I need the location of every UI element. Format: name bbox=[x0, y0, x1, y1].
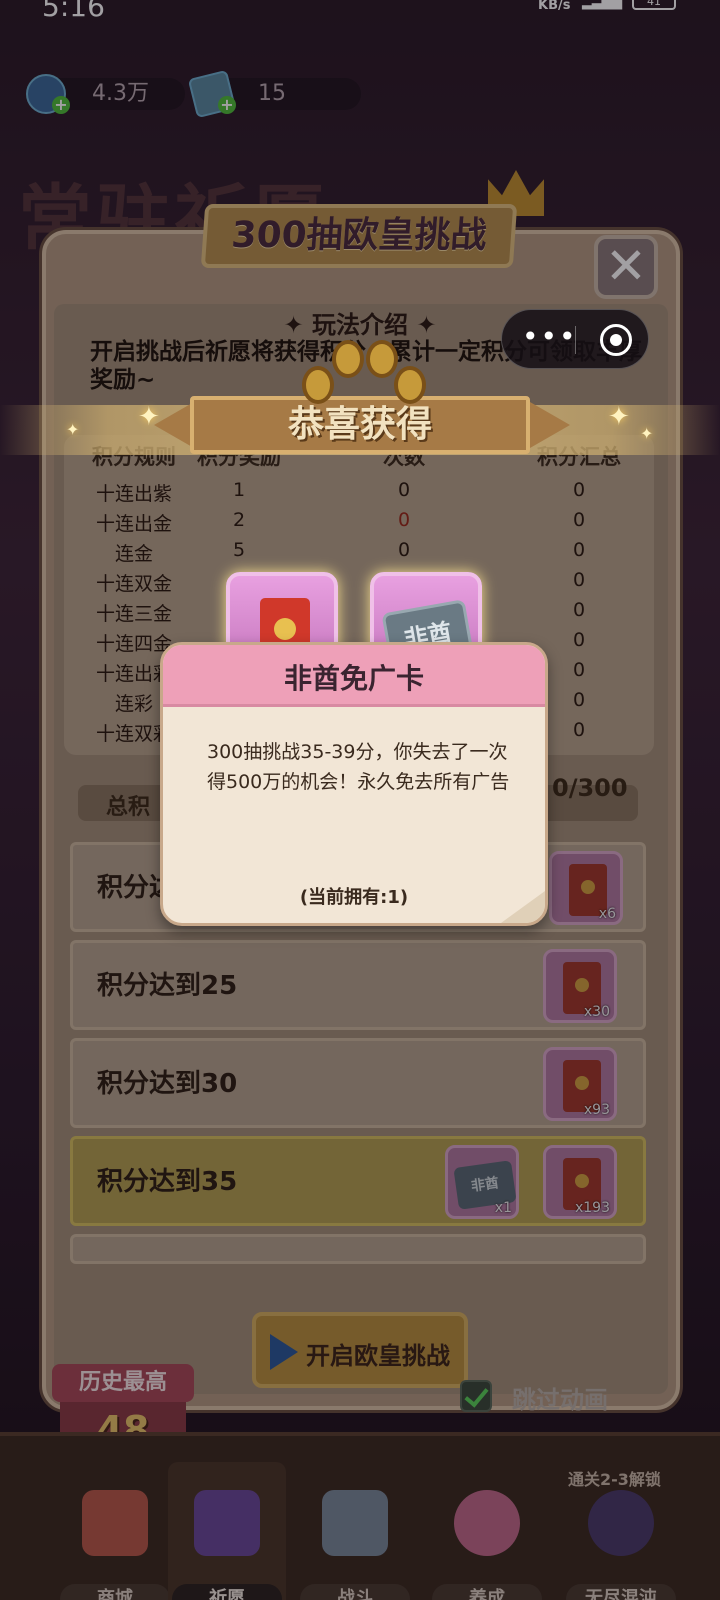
sparkle-icon: ✦ bbox=[640, 424, 654, 443]
miniprogram-capsule: ••• bbox=[501, 309, 649, 369]
sparkle-icon: ✦ bbox=[66, 420, 80, 439]
paw-emblem-icon bbox=[296, 336, 430, 474]
exit-icon[interactable] bbox=[600, 324, 632, 356]
paw-toe bbox=[332, 340, 364, 378]
paw-toe bbox=[394, 366, 426, 404]
tooltip-title: 非酋免广卡 bbox=[283, 662, 424, 695]
capsule-divider bbox=[575, 326, 576, 354]
sparkle-icon: ✦ bbox=[138, 402, 160, 432]
more-icon[interactable]: ••• bbox=[522, 323, 576, 354]
item-tooltip: 非酋免广卡 300抽挑战35-39分，你失去了一次得500万的机会！永久免去所有… bbox=[160, 642, 548, 926]
sparkle-icon: ✦ bbox=[608, 402, 630, 432]
paw-toe bbox=[366, 340, 398, 378]
tooltip-owned-count: (当前拥有:1) bbox=[299, 887, 409, 908]
tooltip-description: 300抽挑战35-39分，你失去了一次得500万的机会！永久免去所有广告 bbox=[207, 741, 510, 793]
paw-toe bbox=[302, 366, 334, 404]
